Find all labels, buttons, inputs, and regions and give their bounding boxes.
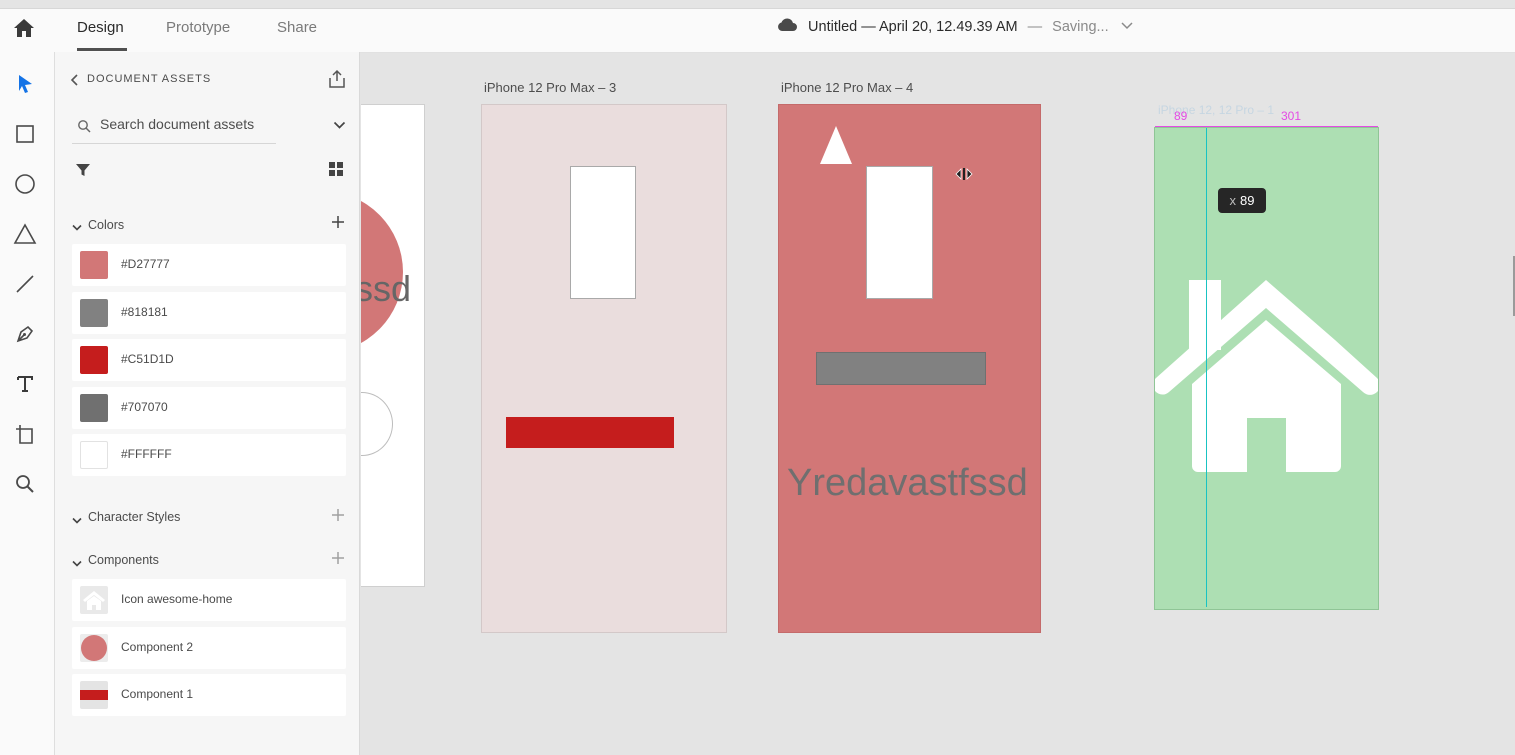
color-hex-label: #C51D1D [121, 352, 174, 366]
panel-title: DOCUMENT ASSETS [87, 73, 212, 85]
zoom-tool-icon[interactable] [12, 471, 38, 497]
color-swatch [80, 346, 108, 374]
ellipse-tool-icon[interactable] [12, 171, 38, 197]
red-bar[interactable] [506, 417, 674, 448]
artboard-partial-left[interactable]: ssd [361, 104, 425, 587]
components-section-title[interactable]: Components [88, 553, 159, 567]
artboard-3-title[interactable]: iPhone 12 Pro Max – 3 [484, 80, 616, 95]
chevron-down-icon[interactable] [1121, 22, 1133, 30]
position-tooltip: x 89 [1218, 188, 1266, 213]
color-row-1[interactable]: #D27777 [72, 244, 346, 286]
select-tool-icon[interactable] [12, 71, 38, 97]
save-status: Saving... [1052, 19, 1109, 35]
white-rectangle[interactable] [570, 166, 636, 299]
tooltip-value: 89 [1240, 193, 1255, 208]
home-icon[interactable] [12, 17, 36, 41]
white-triangle[interactable] [819, 125, 853, 165]
vertical-guide-line [1206, 128, 1207, 607]
tab-prototype[interactable]: Prototype [166, 19, 230, 36]
search-dropdown-chevron-icon[interactable] [333, 117, 346, 135]
colors-section-title[interactable]: Colors [88, 218, 124, 232]
color-swatch [80, 394, 108, 422]
colors-collapse-chevron-icon[interactable] [72, 219, 82, 237]
color-hex-label: #818181 [121, 305, 168, 319]
color-hex-label: #707070 [121, 400, 168, 414]
artboard-text[interactable]: Yredavastfssd [787, 462, 1028, 505]
home-icon [80, 586, 108, 614]
component-label: Component 1 [121, 687, 194, 701]
artboard-tool-icon[interactable] [12, 421, 38, 447]
component-label: Component 2 [121, 640, 194, 654]
color-row-2[interactable]: #818181 [72, 292, 346, 334]
artboard-3[interactable] [481, 104, 727, 633]
cloud-icon [778, 18, 797, 31]
search-icon [78, 120, 91, 133]
home-icon[interactable] [1155, 278, 1378, 476]
character-styles-section-title[interactable]: Character Styles [88, 510, 180, 524]
document-assets-panel: DOCUMENT ASSETS Search document assets C… [55, 52, 360, 755]
color-hex-label: #D27777 [121, 257, 170, 271]
back-icon[interactable] [70, 73, 80, 91]
polygon-tool-icon[interactable] [12, 221, 38, 247]
white-rectangle[interactable] [866, 166, 933, 299]
color-swatch [80, 441, 108, 469]
filter-icon[interactable] [75, 162, 91, 183]
resize-cursor-icon [955, 168, 973, 180]
character-styles-collapse-chevron-icon[interactable] [72, 512, 82, 530]
tool-bar [0, 52, 55, 755]
color-swatch [80, 251, 108, 279]
component-label: Icon awesome-home [121, 592, 233, 606]
document-title-area[interactable]: Untitled — April 20, 12.49.39 AM — Savin… [776, 18, 1133, 35]
search-field[interactable]: Search document assets [72, 110, 276, 144]
artboard-4[interactable]: Yredavastfssd [778, 104, 1041, 633]
color-swatch [80, 299, 108, 327]
pen-tool-icon[interactable] [12, 321, 38, 347]
color-row-3[interactable]: #C51D1D [72, 339, 346, 381]
guide-left-measure: 89 [1174, 109, 1188, 123]
title-separator: — [1027, 19, 1043, 35]
tab-design[interactable]: Design [77, 19, 124, 36]
color-row-4[interactable]: #707070 [72, 387, 346, 429]
text-tool-icon[interactable] [12, 371, 38, 397]
document-name: Untitled — April 20, 12.49.39 AM [808, 19, 1018, 35]
color-hex-label: #FFFFFF [121, 447, 172, 461]
outline-circle[interactable] [361, 392, 393, 456]
color-row-5[interactable]: #FFFFFF [72, 434, 346, 476]
circle-thumbnail-icon [80, 634, 108, 662]
gray-bar[interactable] [816, 352, 986, 385]
search-input[interactable]: Search document assets [100, 116, 254, 132]
add-character-style-plus-icon[interactable] [331, 508, 345, 527]
tab-share[interactable]: Share [277, 19, 317, 36]
share-export-icon[interactable] [327, 69, 347, 94]
active-tab-indicator [77, 48, 127, 51]
rectangle-tool-icon[interactable] [12, 121, 38, 147]
tooltip-axis: x [1229, 193, 1237, 208]
line-tool-icon[interactable] [12, 271, 38, 297]
top-bar: Design Prototype Share Untitled — April … [0, 8, 1515, 53]
grid-view-icon[interactable] [328, 161, 344, 182]
components-collapse-chevron-icon[interactable] [72, 555, 82, 573]
component-row-2[interactable]: Component 2 [72, 627, 346, 669]
artboard-5[interactable] [1154, 127, 1379, 610]
artboard-4-title[interactable]: iPhone 12 Pro Max – 4 [781, 80, 913, 95]
artboard-text[interactable]: ssd [361, 268, 411, 310]
component-row-home[interactable]: Icon awesome-home [72, 579, 346, 621]
add-color-plus-icon[interactable] [331, 215, 345, 234]
add-component-plus-icon[interactable] [331, 551, 345, 570]
guide-right-measure: 301 [1281, 109, 1302, 123]
component-row-1[interactable]: Component 1 [72, 674, 346, 716]
rectangle-thumbnail-icon [80, 681, 108, 709]
